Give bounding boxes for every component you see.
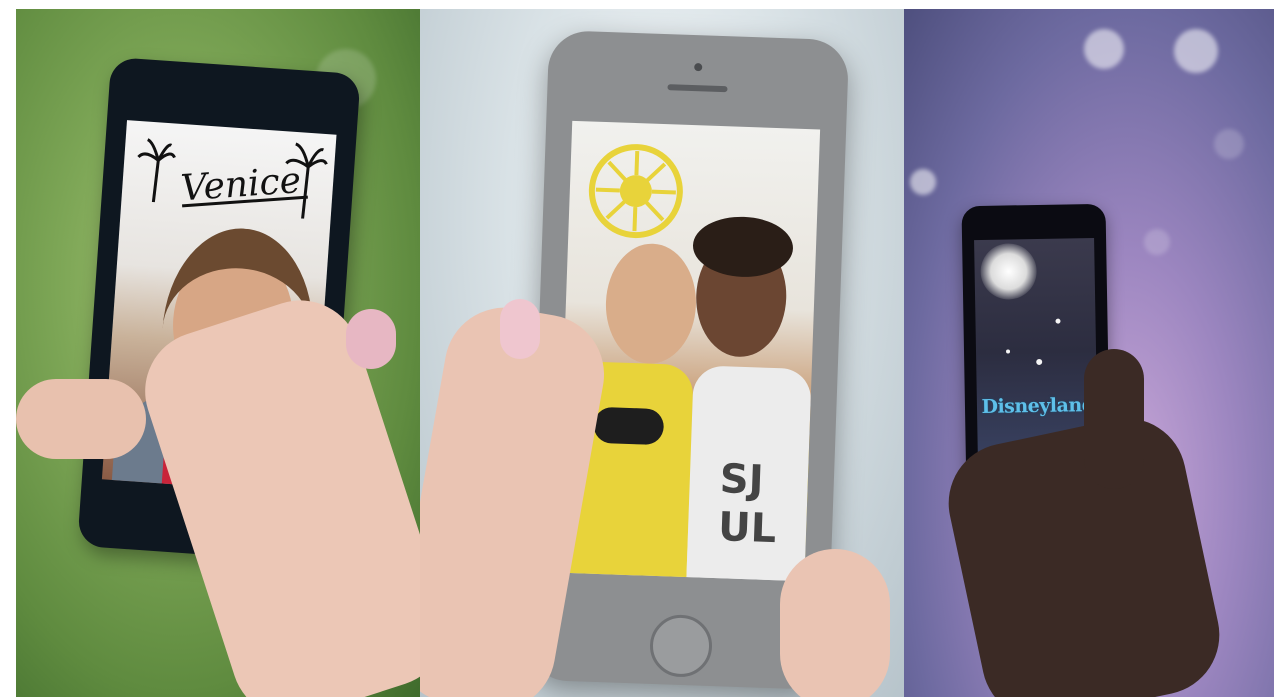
home-button [648, 613, 714, 678]
palm-tree-icon [137, 138, 176, 203]
photo-panel-venice: Venice [16, 9, 420, 697]
camera-icon [694, 63, 703, 72]
shirt-text: SJ [719, 456, 765, 504]
hand [16, 379, 146, 459]
photo-strip: Venice SJ UL Disneyland [16, 9, 1274, 697]
photo-panel-sun-filter: SJ UL [420, 9, 904, 697]
shirt-text: UL [717, 504, 777, 553]
venice-filter-text: Venice [179, 160, 303, 210]
sun-icon [588, 144, 683, 239]
speaker-grille [667, 84, 728, 93]
photo-panel-disneyland: Disneyland [904, 9, 1274, 697]
disneyland-filter-text: Disneyland [981, 393, 1095, 418]
hand [780, 549, 890, 697]
